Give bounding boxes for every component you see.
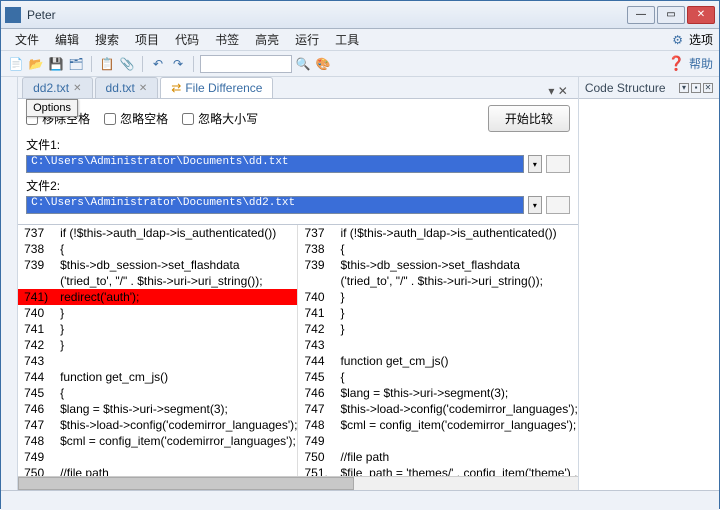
code-line: ('tried_to', "/" . $this->uri->uri_strin…: [298, 273, 577, 289]
code-line: 739 $this->db_session->set_flashdata: [298, 257, 577, 273]
code-line: 751, $file_path = 'themes/' . config_ite…: [298, 465, 577, 476]
separator: [91, 56, 92, 72]
file1-input[interactable]: C:\Users\Administrator\Documents\dd.txt: [26, 155, 524, 173]
window-title: Peter: [27, 8, 625, 22]
code-line: 741 }: [298, 305, 577, 321]
menu-file[interactable]: 文件: [7, 29, 47, 50]
tab-dd2[interactable]: dd2.txt✕: [22, 77, 92, 98]
panel-title: Code Structure: [585, 81, 666, 95]
options-tooltip: Options: [26, 99, 78, 117]
file1-browse-button[interactable]: [546, 155, 570, 173]
code-line: 737 if (!$this->auth_ldap->is_authentica…: [18, 225, 297, 241]
tab-panel-controls[interactable]: ▾ ✕: [542, 84, 573, 98]
code-line: 737 if (!$this->auth_ldap->is_authentica…: [298, 225, 577, 241]
menu-edit[interactable]: 编辑: [47, 29, 87, 50]
panel-pin-icon[interactable]: ▪: [691, 83, 701, 93]
file2-input[interactable]: C:\Users\Administrator\Documents\dd2.txt: [26, 196, 524, 214]
titlebar: Peter — ▭ ✕: [1, 1, 719, 29]
maximize-button[interactable]: ▭: [657, 6, 685, 24]
checkbox-ignore-case[interactable]: 忽略大小写: [182, 110, 258, 127]
code-line: 750 //file path: [18, 465, 297, 476]
menu-highlight[interactable]: 高亮: [247, 29, 287, 50]
code-line: 748 $cml = config_item('codemirror_langu…: [18, 433, 297, 449]
code-line: 744 function get_cm_js(): [18, 369, 297, 385]
horizontal-scrollbar[interactable]: [18, 476, 578, 490]
gear-icon: ⚙: [672, 33, 683, 47]
code-line: 741) redirect('auth');: [18, 289, 297, 305]
code-line: 747 $this->load->config('codemirror_lang…: [18, 417, 297, 433]
code-line: 741 }: [18, 321, 297, 337]
code-structure-body: [579, 99, 719, 490]
menu-code[interactable]: 代码: [167, 29, 207, 50]
code-line: 738 {: [298, 241, 577, 257]
panel-close-icon[interactable]: ✕: [703, 83, 713, 93]
menu-options[interactable]: 选项: [689, 31, 713, 48]
separator: [142, 56, 143, 72]
open-file-icon[interactable]: 📂: [27, 55, 45, 73]
undo-icon[interactable]: ↶: [149, 55, 167, 73]
new-file-icon[interactable]: 📄: [7, 55, 25, 73]
tab-file-difference[interactable]: ⇄File Difference: [160, 77, 273, 98]
file1-dropdown-icon[interactable]: ▾: [528, 155, 542, 173]
menubar: 文件 编辑 搜索 项目 代码 书签 高亮 运行 工具 ⚙ 选项: [1, 29, 719, 51]
app-icon: [5, 7, 21, 23]
save-icon[interactable]: 💾: [47, 55, 65, 73]
tab-bar: dd2.txt✕ dd.txt✕ ⇄File Difference ▾ ✕ Op…: [18, 77, 578, 99]
code-line: 739 $this->db_session->set_flashdata: [18, 257, 297, 273]
code-line: 746 $lang = $this->uri->segment(3);: [18, 401, 297, 417]
code-line: 742 }: [298, 321, 577, 337]
save-all-icon[interactable]: 🗂: [67, 55, 85, 73]
diff-code-area: 737 if (!$this->auth_ldap->is_authentica…: [18, 225, 578, 476]
code-line: 740 }: [18, 305, 297, 321]
close-icon[interactable]: ✕: [139, 83, 147, 94]
palette-icon[interactable]: 🎨: [314, 55, 332, 73]
code-line: 746 $lang = $this->uri->segment(3);: [298, 385, 577, 401]
file2-browse-button[interactable]: [546, 196, 570, 214]
menu-bookmark[interactable]: 书签: [207, 29, 247, 50]
checkbox-ignore-spaces[interactable]: 忽略空格: [104, 110, 168, 127]
code-line: 747 $this->load->config('codemirror_lang…: [298, 401, 577, 417]
toolbar: 📄 📂 💾 🗂 📋 📎 ↶ ↷ 🔍 🎨 ❓ 帮助: [1, 51, 719, 77]
paste-icon[interactable]: 📎: [118, 55, 136, 73]
separator: [193, 56, 194, 72]
diff-right-column[interactable]: 737 if (!$this->auth_ldap->is_authentica…: [298, 225, 577, 476]
code-line: 738 {: [18, 241, 297, 257]
file2-label: 文件2:: [26, 177, 570, 194]
toolbar-search-input[interactable]: [200, 55, 292, 73]
code-line: 745 {: [298, 369, 577, 385]
copy-icon[interactable]: 📋: [98, 55, 116, 73]
code-line: 742 }: [18, 337, 297, 353]
left-gutter: [1, 77, 18, 490]
menu-run[interactable]: 运行: [287, 29, 327, 50]
code-line: 745 {: [18, 385, 297, 401]
help-icon[interactable]: ❓ 帮助: [668, 55, 713, 72]
menu-search[interactable]: 搜索: [87, 29, 127, 50]
code-line: 750 //file path: [298, 449, 577, 465]
code-line: 749: [298, 433, 577, 449]
file1-label: 文件1:: [26, 136, 570, 153]
panel-dropdown-icon[interactable]: ▾: [679, 83, 689, 93]
code-line: ('tried_to', "/" . $this->uri->uri_strin…: [18, 273, 297, 289]
code-line: 748 $cml = config_item('codemirror_langu…: [298, 417, 577, 433]
close-button[interactable]: ✕: [687, 6, 715, 24]
search-icon[interactable]: 🔍: [294, 55, 312, 73]
menu-tools[interactable]: 工具: [327, 29, 367, 50]
code-line: 740 }: [298, 289, 577, 305]
start-compare-button[interactable]: 开始比较: [488, 105, 570, 132]
redo-icon[interactable]: ↷: [169, 55, 187, 73]
code-structure-panel: Code Structure ▾ ▪ ✕: [579, 77, 719, 490]
close-icon[interactable]: ✕: [73, 83, 81, 94]
code-line: 743: [298, 337, 577, 353]
statusbar: [1, 490, 719, 510]
code-line: 749: [18, 449, 297, 465]
diff-left-column[interactable]: 737 if (!$this->auth_ldap->is_authentica…: [18, 225, 298, 476]
code-line: 743: [18, 353, 297, 369]
file2-dropdown-icon[interactable]: ▾: [528, 196, 542, 214]
diff-options-panel: 移除空格 忽略空格 忽略大小写 开始比较 文件1: C:\Users\Admin…: [18, 99, 578, 225]
menu-project[interactable]: 项目: [127, 29, 167, 50]
tab-dd[interactable]: dd.txt✕: [95, 77, 159, 98]
code-line: 744 function get_cm_js(): [298, 353, 577, 369]
minimize-button[interactable]: —: [627, 6, 655, 24]
